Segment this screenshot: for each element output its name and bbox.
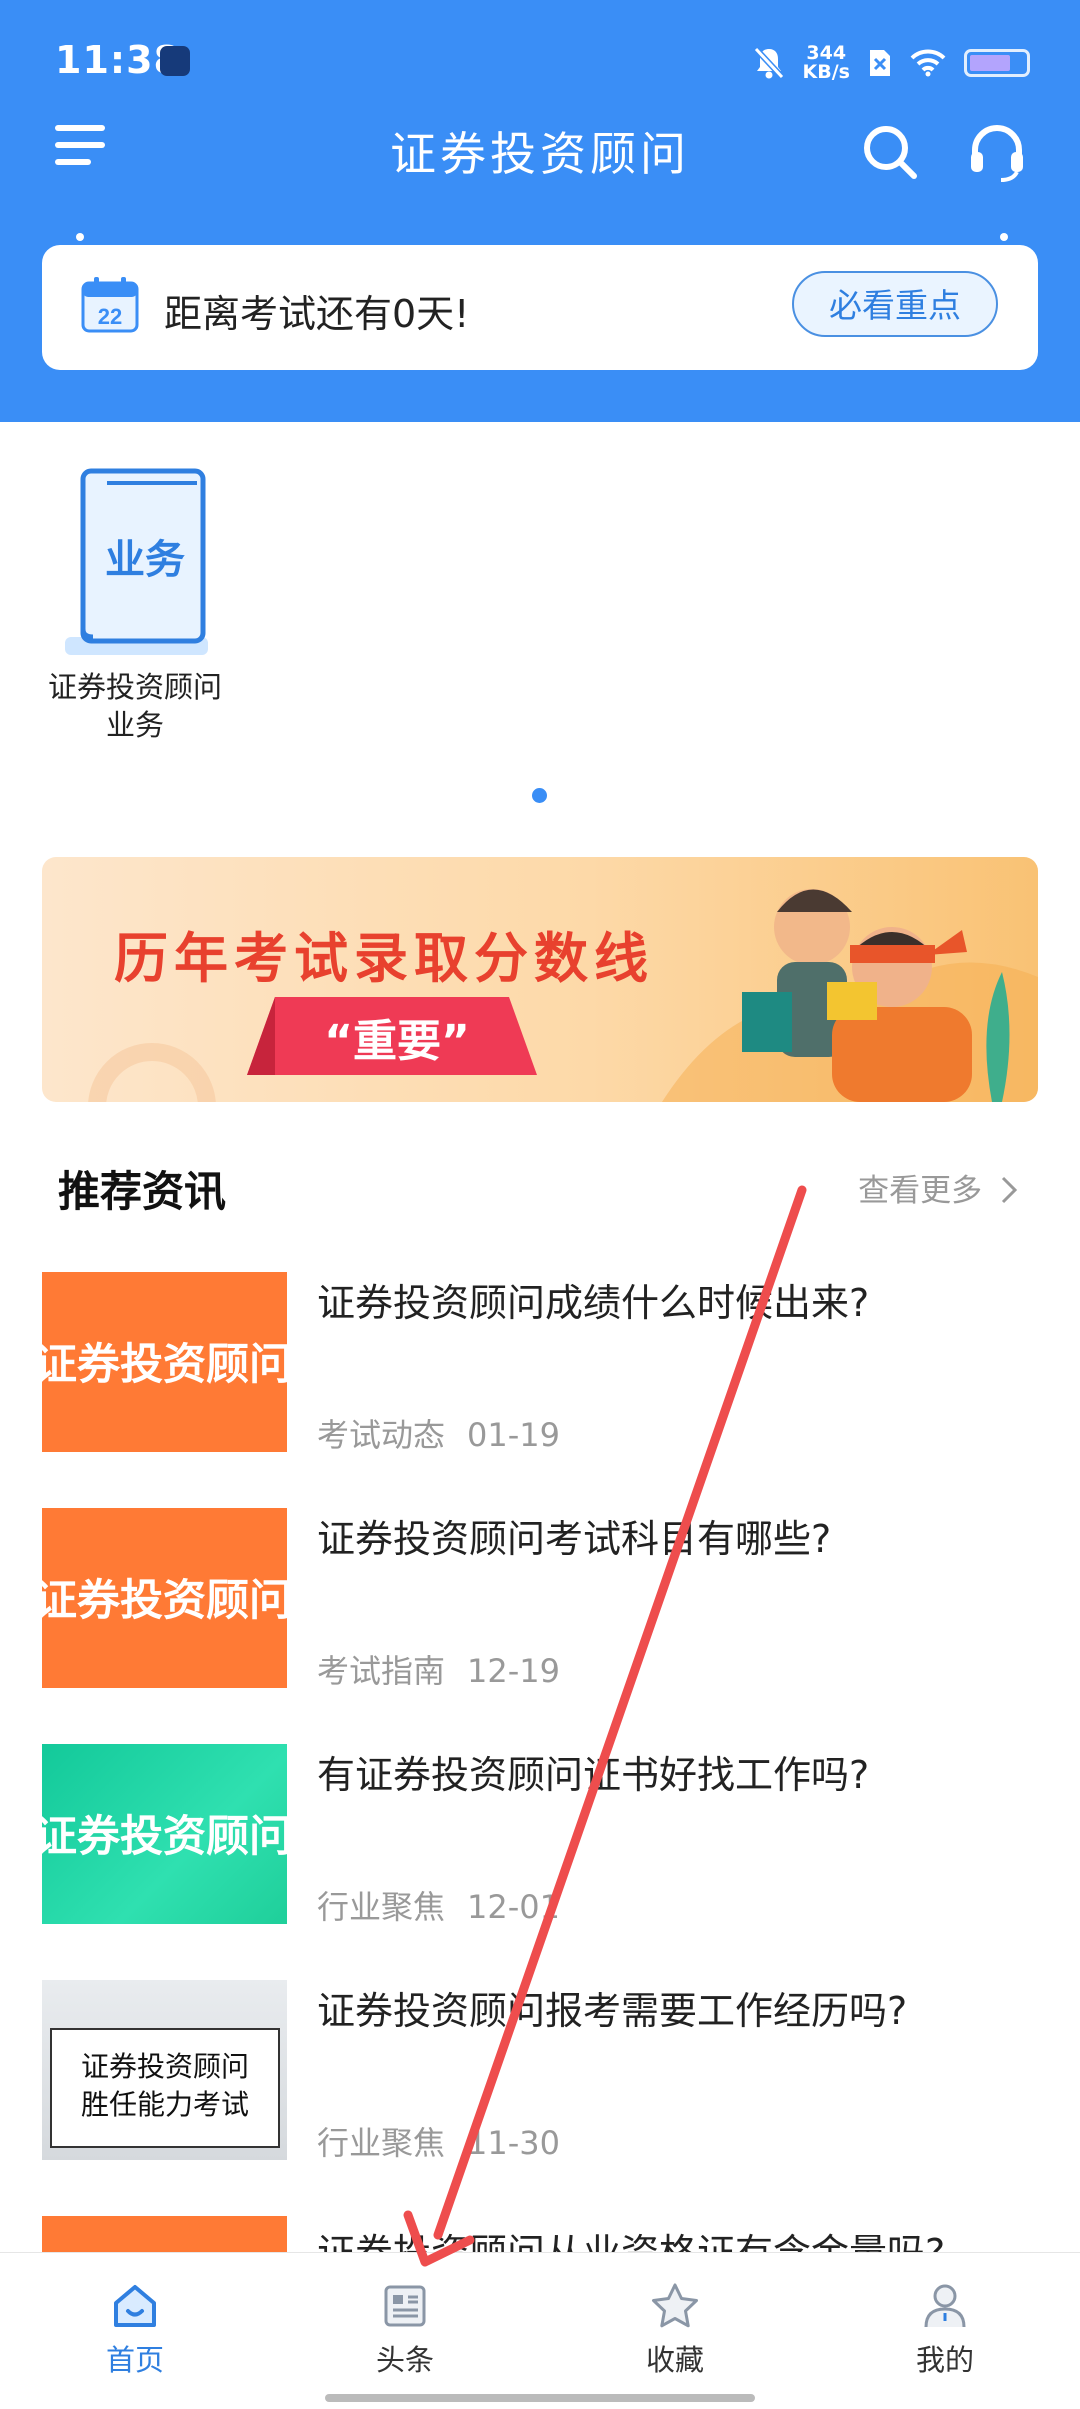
news-meta: 行业聚焦 12-01 bbox=[317, 1882, 560, 1928]
news-meta: 考试动态 01-19 bbox=[317, 1410, 560, 1456]
banner-badge-text: “重要” bbox=[324, 1016, 470, 1067]
pager-dot bbox=[532, 788, 547, 803]
news-meta: 考试指南 12-19 bbox=[317, 1646, 560, 1692]
banner-title: 历年考试录取分数线 bbox=[114, 927, 654, 990]
card-pin-right bbox=[1000, 233, 1008, 251]
news-thumbnail: 证券投资顾问 胜任能力考试 bbox=[42, 1980, 287, 2160]
news-item[interactable]: 证券投资顾问 有证券投资顾问证书好找工作吗? 行业聚焦 12-01 bbox=[42, 1744, 1042, 1926]
exam-card-graphic: 证券投资顾问 胜任能力考试 bbox=[50, 2028, 280, 2148]
calendar-icon: 22 bbox=[81, 277, 139, 333]
news-meta: 行业聚焦 11-30 bbox=[317, 2118, 560, 2164]
news-date: 12-01 bbox=[467, 1888, 560, 1926]
notification-app-icon bbox=[160, 46, 190, 76]
news-title: 有证券投资顾问证书好找工作吗? bbox=[317, 1753, 870, 1797]
news-icon bbox=[384, 2285, 426, 2327]
news-item[interactable]: 证券投资顾问 证券投资顾问考试科目有哪些? 考试指南 12-19 bbox=[42, 1508, 1042, 1690]
section-title: 推荐资讯 bbox=[58, 1167, 227, 1216]
exam-countdown-card: 22 距离考试还有0天! 必看重点 bbox=[42, 233, 1038, 370]
key-points-button[interactable]: 必看重点 bbox=[792, 271, 998, 337]
news-thumbnail: 证券投资顾问 bbox=[42, 1508, 287, 1688]
news-date: 11-30 bbox=[467, 2124, 560, 2162]
tab-home[interactable]: 首页 bbox=[0, 2253, 270, 2383]
bell-muted-icon bbox=[753, 46, 784, 80]
news-item[interactable]: 证券投资顾问 胜任能力考试 证券投资顾问报考需要工作经历吗? 行业聚焦 11-30 bbox=[42, 1980, 1042, 2162]
news-thumbnail: 证券投资顾问 bbox=[42, 1744, 287, 1924]
news-item[interactable]: 证券投资顾问 证券投资顾问成绩什么时候出来? 考试动态 01-19 bbox=[42, 1272, 1042, 1454]
news-category: 考试指南 bbox=[317, 1652, 446, 1690]
net-speed: 344 KB/s bbox=[802, 42, 850, 83]
news-category: 行业聚焦 bbox=[317, 2124, 446, 2162]
home-icon bbox=[114, 2285, 156, 2327]
news-title: 证券投资顾问成绩什么时候出来? bbox=[317, 1281, 870, 1325]
user-icon bbox=[924, 2284, 966, 2328]
bottom-tab-bar: 首页 头条 收藏 我的 bbox=[0, 2252, 1080, 2409]
calendar-day: 22 bbox=[98, 304, 122, 329]
tab-favorites[interactable]: 收藏 bbox=[540, 2253, 810, 2383]
news-category: 考试动态 bbox=[317, 1416, 446, 1454]
subject-label: 证券投资顾问 业务 bbox=[47, 670, 222, 742]
news-title: 证券投资顾问从业资格证有含金量吗? bbox=[317, 2222, 945, 2252]
news-category: 行业聚焦 bbox=[317, 1888, 446, 1926]
news-thumbnail bbox=[42, 2216, 287, 2252]
tab-profile[interactable]: 我的 bbox=[810, 2253, 1080, 2383]
star-icon bbox=[652, 2283, 698, 2328]
subject-item-business[interactable]: 业务 证券投资顾问 业务 bbox=[40, 465, 230, 744]
home-indicator[interactable] bbox=[325, 2394, 755, 2402]
nav-bar: 证券投资顾问 bbox=[0, 100, 1080, 200]
news-thumbnail: 证券投资顾问 bbox=[42, 1272, 287, 1452]
card-pin-left bbox=[76, 233, 84, 251]
headset-icon[interactable] bbox=[965, 122, 1029, 182]
tab-headlines[interactable]: 头条 bbox=[270, 2253, 540, 2383]
book-label: 业务 bbox=[105, 537, 185, 583]
score-line-banner[interactable]: 历年考试录取分数线 “重要” bbox=[42, 857, 1038, 1102]
battery-icon bbox=[964, 49, 1030, 77]
news-title: 证券投资顾问报考需要工作经历吗? bbox=[317, 1989, 908, 2033]
news-date: 01-19 bbox=[467, 1416, 560, 1454]
header: 11:38 344 KB/s 证券投资顾问 22 距离考试还有0天! 必看重点 bbox=[0, 0, 1080, 422]
news-title: 证券投资顾问考试科目有哪些? bbox=[317, 1517, 832, 1561]
news-item[interactable]: 证券投资顾问从业资格证有含金量吗? bbox=[42, 2216, 1042, 2252]
search-icon[interactable] bbox=[860, 122, 920, 182]
news-date: 12-19 bbox=[467, 1652, 560, 1690]
sim-off-icon bbox=[870, 50, 890, 76]
chevron-right-icon bbox=[1001, 1176, 1018, 1204]
view-more-link[interactable]: 查看更多 bbox=[858, 1165, 1018, 1210]
wifi-icon bbox=[910, 49, 946, 77]
status-icons: 344 KB/s bbox=[753, 38, 1030, 88]
countdown-text: 距离考试还有0天! bbox=[164, 292, 470, 336]
book-icon: 业务 bbox=[64, 468, 208, 655]
